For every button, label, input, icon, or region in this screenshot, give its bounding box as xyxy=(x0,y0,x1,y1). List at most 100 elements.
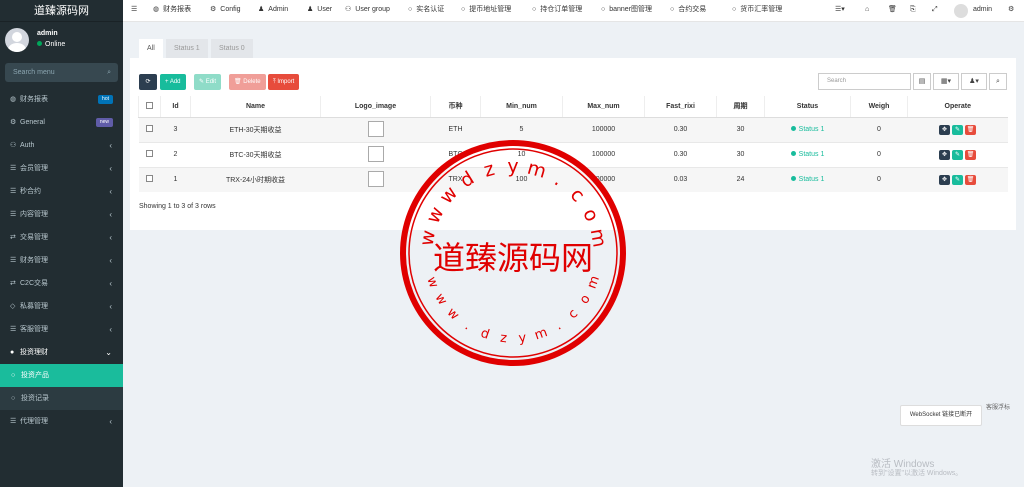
cell-status[interactable]: Status 1 xyxy=(764,166,851,192)
refresh-button[interactable]: ⟳ xyxy=(139,74,157,90)
top-nav-item-6[interactable]: ○ 提币地址管理 xyxy=(461,0,511,22)
gear-icon[interactable]: ⚙ xyxy=(1008,0,1014,22)
delete-icon[interactable]: 🗑 xyxy=(965,174,976,185)
user-status-label: Online xyxy=(45,41,66,48)
sidebar-item-10[interactable]: ☰ 客服管理 ‹ xyxy=(0,318,123,341)
cell-status[interactable]: Status 1 xyxy=(764,116,851,142)
table-tool-button-0[interactable]: ▤ xyxy=(913,73,931,90)
drag-icon[interactable]: ✥ xyxy=(939,174,950,185)
column-header-8[interactable]: 周期 xyxy=(716,96,765,118)
top-tool-icon-3[interactable]: ⎘ xyxy=(910,0,916,22)
top-nav-item-3[interactable]: ♟ User xyxy=(307,0,332,22)
column-header-9[interactable]: Status xyxy=(764,96,851,118)
sidebar: 道臻源码网 admin Online Search menu ⌕ ◍ 财务报表 hot… xyxy=(0,0,123,487)
top-nav-item-5[interactable]: ○ 实名认证 xyxy=(408,0,444,22)
edit-icon[interactable]: ✎ xyxy=(952,174,963,185)
top-nav-item-2[interactable]: ♟ Admin xyxy=(258,0,288,22)
delete-icon[interactable]: 🗑 xyxy=(965,149,976,160)
sidebar-item-label: 私募管理 xyxy=(20,303,48,310)
app-logo[interactable]: 道臻源码网 xyxy=(0,0,123,22)
table-search-input[interactable]: Search xyxy=(818,73,911,90)
sidebar-item-9[interactable]: ◇ 私募管理 ‹ xyxy=(0,295,123,318)
sidebar-item-label: 秒合约 xyxy=(20,188,41,195)
add-button[interactable]: + Add xyxy=(160,74,186,90)
top-nav-item-0[interactable]: ◍ 财务报表 xyxy=(153,0,191,22)
sidebar-item-13[interactable]: ○ 投资记录 xyxy=(0,387,123,410)
column-header-10[interactable]: Weigh xyxy=(850,96,908,118)
column-header-6[interactable]: Max_num xyxy=(562,96,645,118)
top-nav-item-8[interactable]: ○ banner图管理 xyxy=(601,0,652,22)
cell-status[interactable]: Status 1 xyxy=(764,141,851,167)
sidebar-item-12[interactable]: ○ 投资产品 xyxy=(0,364,123,387)
sidebar-item-6[interactable]: ⇄ 交易管理 ‹ xyxy=(0,226,123,249)
sidebar-item-label: Auth xyxy=(20,142,35,149)
cell-name: ETH-30天期收益 xyxy=(190,116,321,142)
sidebar-item-8[interactable]: ⇄ C2C交易 ‹ xyxy=(0,272,123,295)
sidebar-item-label: 投资记录 xyxy=(21,395,49,402)
seal-char: d xyxy=(456,167,478,192)
column-header-0[interactable] xyxy=(138,96,161,118)
sidebar-item-0[interactable]: ◍ 财务报表 hot xyxy=(0,88,123,111)
seal-char: z xyxy=(481,158,497,182)
table-tool-button-1[interactable]: ▦▾ xyxy=(933,73,959,90)
search-icon[interactable]: ⌕ xyxy=(107,63,111,82)
broken-image-icon[interactable] xyxy=(367,120,384,137)
sidebar-item-3[interactable]: ☰ 会员管理 ‹ xyxy=(0,157,123,180)
top-user-name[interactable]: admin xyxy=(973,0,992,22)
sidebar-item-7[interactable]: ☰ 财务管理 ‹ xyxy=(0,249,123,272)
table-tool-button-2[interactable]: ♟▾ xyxy=(961,73,987,90)
top-nav-item-9[interactable]: ○ 合约交易 xyxy=(670,0,706,22)
sidebar-item-2[interactable]: ⚇ Auth ‹ xyxy=(0,134,123,157)
chevron-icon: ‹ xyxy=(109,256,112,265)
top-tool-icon-4[interactable]: ⤢ xyxy=(932,0,938,22)
broken-image-icon[interactable] xyxy=(367,145,384,162)
column-header-1[interactable]: Id xyxy=(160,96,191,118)
top-nav-item-7[interactable]: ○ 持仓订单管理 xyxy=(532,0,582,22)
drag-icon[interactable]: ✥ xyxy=(939,149,950,160)
drag-icon[interactable]: ✥ xyxy=(939,124,950,135)
top-tool-icon-0[interactable]: ☰▾ xyxy=(835,0,845,22)
broken-image-icon[interactable] xyxy=(367,170,384,187)
import-button[interactable]: ⤒ Import xyxy=(268,74,300,90)
sidebar-item-11[interactable]: ● 投资理财 ⌄ xyxy=(0,341,123,364)
delete-button[interactable]: 🗑 Delete xyxy=(229,74,266,90)
top-tool-icon-1[interactable]: ⌂ xyxy=(865,0,869,22)
customer-service-float-image[interactable]: 客服浮标 xyxy=(986,404,1022,412)
sidebar-toggle-icon[interactable]: ☰ xyxy=(131,0,137,22)
tab-1[interactable]: Status 1 xyxy=(166,39,208,58)
top-avatar[interactable] xyxy=(954,4,968,18)
tab-0[interactable]: All xyxy=(139,39,163,58)
column-header-7[interactable]: Fast_rixi xyxy=(644,96,717,118)
row-checkbox[interactable] xyxy=(146,125,153,132)
sidebar-item-5[interactable]: ☰ 内容管理 ‹ xyxy=(0,203,123,226)
edit-icon[interactable]: ✎ xyxy=(952,149,963,160)
menu-search-input[interactable]: Search menu ⌕ xyxy=(5,63,118,82)
tab-2[interactable]: Status 0 xyxy=(211,39,253,58)
table-tool-button-3[interactable]: ⌕ xyxy=(989,73,1007,90)
cell-name: BTC-30天期收益 xyxy=(190,141,321,167)
top-nav-item-1[interactable]: ⚙ Config xyxy=(210,0,241,22)
top-tool-icon-2[interactable]: 🗑 xyxy=(888,0,897,22)
nav-icon: ○ xyxy=(408,6,413,13)
sidebar-item-14[interactable]: ☰ 代理管理 ‹ xyxy=(0,410,123,433)
app-root: 道臻源码网 admin Online Search menu ⌕ ◍ 财务报表 hot… xyxy=(0,0,1024,487)
sidebar-item-1[interactable]: ⚙ General new xyxy=(0,111,123,134)
column-header-11[interactable]: Operate xyxy=(907,96,1008,118)
sidebar-item-label: 客服管理 xyxy=(20,326,48,333)
delete-icon[interactable]: 🗑 xyxy=(965,124,976,135)
column-header-2[interactable]: Name xyxy=(190,96,321,118)
edit-button[interactable]: ✎ Edit xyxy=(194,74,222,90)
top-nav-item-4[interactable]: ⚇ User group xyxy=(345,0,390,22)
row-checkbox[interactable] xyxy=(146,150,153,157)
cell-operate: ✥ ✎ 🗑 xyxy=(907,166,1008,192)
column-header-5[interactable]: Min_num xyxy=(480,96,563,118)
row-checkbox[interactable] xyxy=(146,175,153,183)
row-select-cell xyxy=(138,166,161,192)
column-header-4[interactable]: 币种 xyxy=(430,96,481,118)
nav-label: 合约交易 xyxy=(678,6,707,13)
top-nav-item-10[interactable]: ○ 货币汇率管理 xyxy=(732,0,782,22)
column-header-3[interactable]: Logo_image xyxy=(320,96,431,118)
sidebar-item-4[interactable]: ☰ 秒合约 ‹ xyxy=(0,180,123,203)
edit-icon[interactable]: ✎ xyxy=(952,124,963,135)
select-all-checkbox[interactable] xyxy=(146,101,153,109)
